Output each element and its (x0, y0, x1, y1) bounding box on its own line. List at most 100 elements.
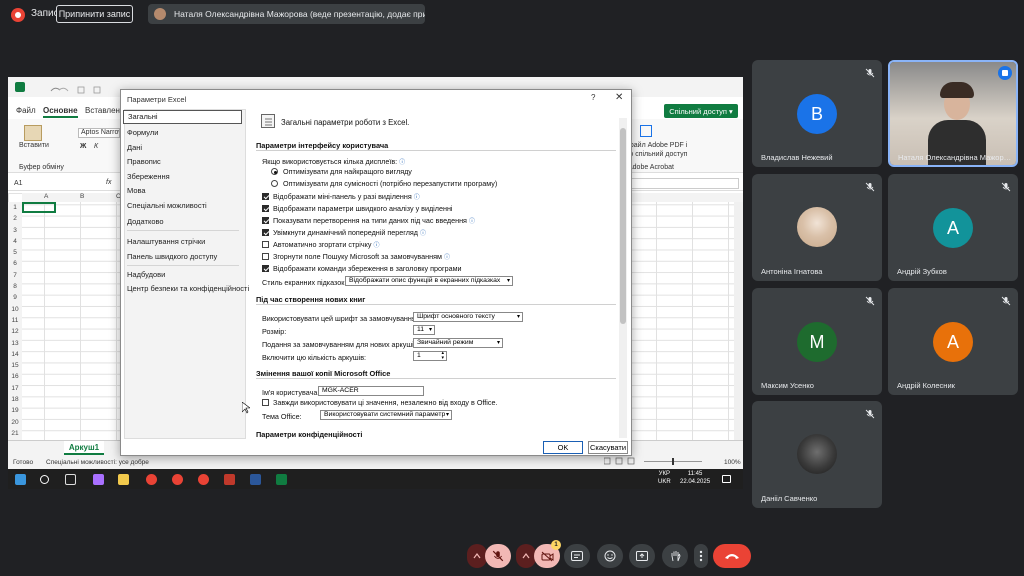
row-header[interactable]: 18 (8, 394, 22, 405)
row-header[interactable]: 10 (8, 304, 22, 315)
nav-general[interactable]: Загальні (123, 110, 242, 124)
tooltip-style-select[interactable]: Відображати опис функцій в екранних підк… (345, 276, 513, 286)
radio-best-appearance[interactable] (271, 168, 278, 175)
keyboard-language[interactable]: УКР UKR (658, 471, 671, 486)
file-explorer-icon[interactable] (118, 474, 129, 485)
app-icon[interactable] (224, 474, 235, 485)
captions-button[interactable] (564, 544, 590, 568)
row-header[interactable]: 6 (8, 258, 22, 269)
checkbox-collapse-search[interactable] (262, 253, 269, 260)
present-button[interactable] (629, 544, 655, 568)
nav-customize-ribbon[interactable]: Налаштування стрічки (127, 237, 205, 246)
username-input[interactable]: MGK-ACER (318, 386, 424, 396)
row-header[interactable]: 21 (8, 428, 22, 439)
participant-tile[interactable]: В Владислав Нежевий (752, 60, 882, 167)
row-header[interactable]: 15 (8, 360, 22, 371)
checkbox-data-types[interactable] (262, 217, 269, 224)
participant-tile-active[interactable]: Наталя Олександрівна Мажорова (888, 60, 1018, 167)
clock[interactable]: 11:45 22.04.2025 (680, 471, 710, 486)
nav-addins[interactable]: Надбудови (127, 270, 165, 279)
nav-language[interactable]: Мова (127, 186, 146, 195)
participant-tile[interactable]: А Андрій Колесник (888, 288, 1018, 395)
search-icon[interactable] (40, 475, 49, 484)
chrome-icon[interactable] (146, 474, 157, 485)
row-header[interactable]: 16 (8, 371, 22, 382)
row-header[interactable]: 14 (8, 349, 22, 360)
row-header[interactable]: 19 (8, 405, 22, 416)
dialog-scrollbar-thumb[interactable] (620, 128, 626, 324)
acrobat-icon[interactable] (640, 125, 652, 137)
menu-home[interactable]: Основне (43, 106, 78, 118)
notification-icon[interactable] (722, 475, 731, 483)
row-header[interactable]: 5 (8, 247, 22, 258)
microphone-toggle-button[interactable] (485, 544, 511, 568)
stop-recording-button[interactable]: Припинити запис (56, 5, 133, 23)
reactions-button[interactable] (597, 544, 623, 568)
audio-options-button[interactable] (467, 544, 487, 568)
radio-compatibility[interactable] (271, 180, 278, 187)
column-header[interactable]: A (44, 193, 48, 200)
checkbox-save-commands[interactable] (262, 265, 269, 272)
column-header[interactable]: B (80, 193, 84, 200)
task-view-icon[interactable] (65, 474, 76, 485)
row-header[interactable]: 9 (8, 292, 22, 303)
name-box[interactable]: A1 (14, 180, 23, 187)
font-name-box[interactable]: Aptos Narrow (78, 128, 120, 138)
video-options-button[interactable] (516, 544, 536, 568)
nav-advanced[interactable]: Додатково (127, 217, 164, 226)
row-header[interactable]: 4 (8, 236, 22, 247)
row-header[interactable]: 17 (8, 383, 22, 394)
row-header[interactable]: 3 (8, 225, 22, 236)
row-header[interactable]: 1 (8, 202, 22, 213)
cancel-button[interactable]: Скасувати (588, 441, 628, 454)
row-header[interactable]: 13 (8, 338, 22, 349)
close-button[interactable]: ✕ (615, 92, 623, 103)
chrome-icon[interactable] (198, 474, 209, 485)
checkbox-quick-analysis[interactable] (262, 205, 269, 212)
checkbox-live-preview[interactable] (262, 229, 269, 236)
more-options-button[interactable] (694, 544, 708, 568)
participant-tile[interactable]: Данііл Савченко (752, 401, 882, 508)
vertical-scrollbar[interactable] (734, 202, 743, 440)
default-view-select[interactable]: Звичайний режим ▾ (413, 338, 503, 348)
excel-taskbar-icon[interactable] (276, 474, 287, 485)
office-theme-select[interactable]: Використовувати системний параметр ▾ (320, 410, 452, 420)
leave-call-button[interactable] (713, 544, 751, 568)
help-button[interactable]: ? (591, 93, 595, 102)
row-header[interactable]: 2 (8, 213, 22, 224)
paste-icon[interactable] (24, 125, 42, 141)
participant-tile[interactable]: Антоніна Ігнатова (752, 174, 882, 281)
sheet-count-stepper[interactable]: 1 ▴ ▾ (413, 351, 447, 361)
nav-data[interactable]: Дані (127, 143, 142, 152)
menu-file[interactable]: Файл (16, 106, 36, 115)
formula-input[interactable] (616, 178, 739, 189)
active-cell[interactable] (22, 202, 56, 213)
row-header[interactable]: 8 (8, 281, 22, 292)
raise-hand-button[interactable] (662, 544, 688, 568)
row-header[interactable]: 11 (8, 315, 22, 326)
default-font-select[interactable]: Шрифт основного тексту ▾ (413, 312, 523, 322)
row-header[interactable]: 7 (8, 270, 22, 281)
zoom-slider[interactable] (603, 457, 704, 466)
checkbox-always-use[interactable] (262, 399, 269, 406)
sheet-tab[interactable]: Аркуш1 (64, 441, 104, 455)
checkbox-collapse-ribbon[interactable] (262, 241, 269, 248)
share-button[interactable]: Спільний доступ ▾ (664, 104, 738, 118)
nav-quick-access[interactable]: Панель швидкого доступу (127, 252, 217, 261)
checkbox-mini-toolbar[interactable] (262, 193, 269, 200)
font-size-select[interactable]: 11 ▾ (413, 325, 435, 335)
copilot-icon[interactable] (93, 474, 104, 485)
status-accessibility[interactable]: Спеціальні можливості: усе добре (46, 459, 149, 466)
italic-button[interactable]: К (94, 143, 98, 150)
nav-formulas[interactable]: Формули (127, 128, 158, 137)
row-header[interactable]: 20 (8, 417, 22, 428)
nav-trust-center[interactable]: Центр безпеки та конфіденційності (127, 284, 249, 293)
row-header[interactable]: 12 (8, 326, 22, 337)
nav-save[interactable]: Збереження (127, 172, 170, 181)
word-icon[interactable] (250, 474, 261, 485)
nav-proofing[interactable]: Правопис (127, 157, 161, 166)
chrome-icon[interactable] (172, 474, 183, 485)
windows-start-icon[interactable] (15, 474, 26, 485)
participant-tile[interactable]: А Андрій Зубков (888, 174, 1018, 281)
participant-tile[interactable]: М Максим Усенко (752, 288, 882, 395)
